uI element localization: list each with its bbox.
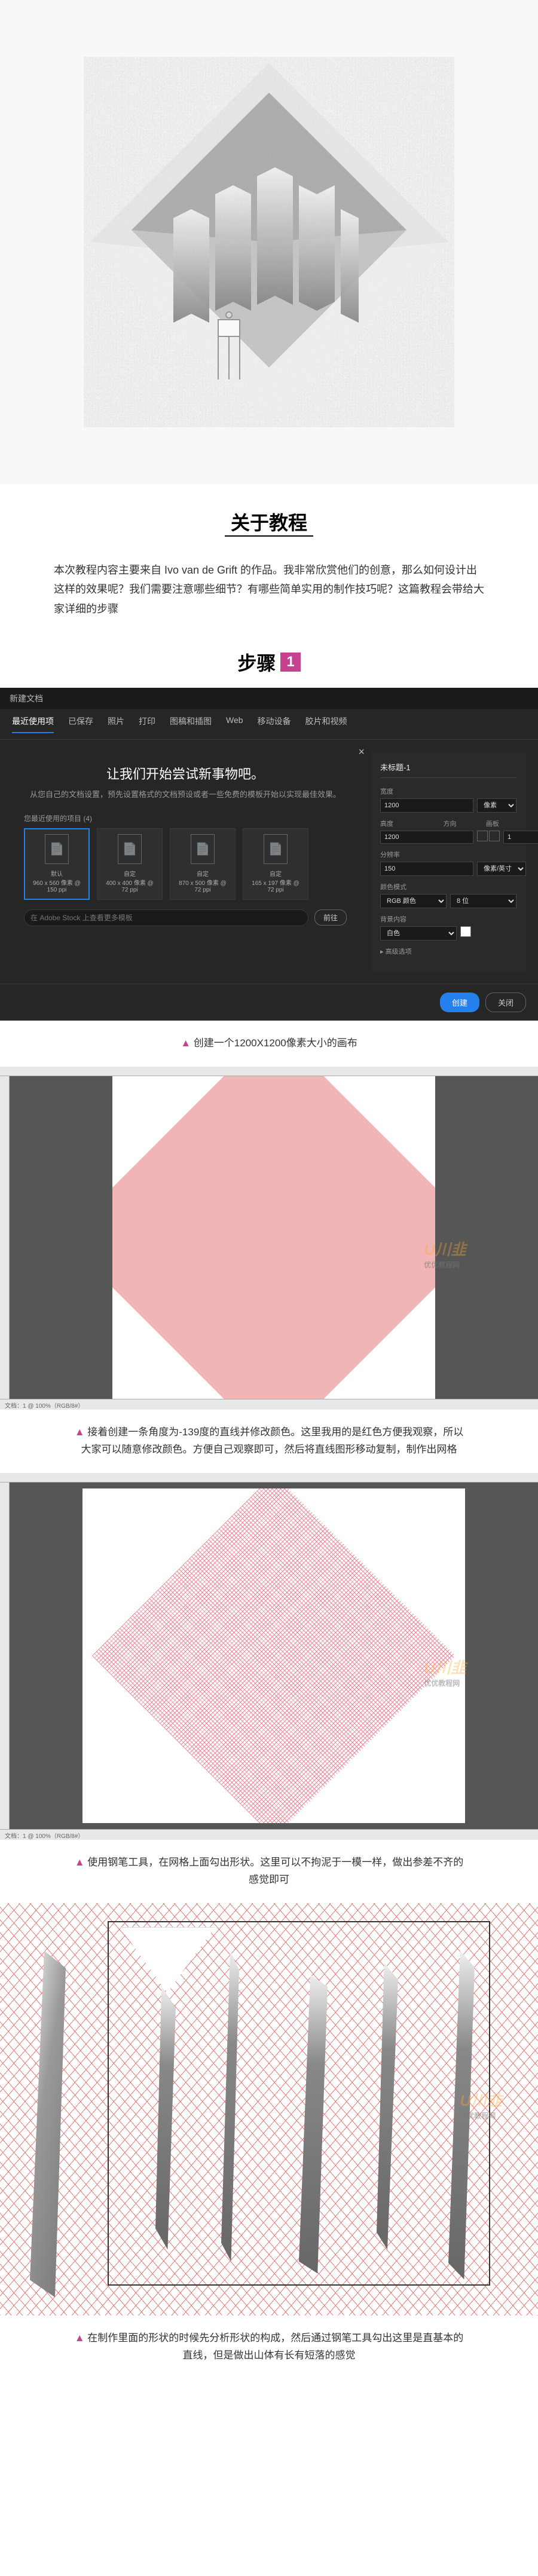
pink-diamond-guide [112,1076,435,1399]
intro-paragraph: 本次教程内容主要来自 Ivo van de Grift 的作品。我非常欣赏他们的… [0,549,538,636]
dialog-left-pane: 让我们开始尝试新事物吧。 从您自己的文档设置，预先设置格式的文档预设或者一些免费… [12,752,359,972]
res-unit-select[interactable]: 像素/英寸 [477,862,526,876]
bit-select[interactable]: 8 位 [450,894,516,908]
orient-landscape-icon[interactable] [489,831,500,841]
preset-row: 默认 960 x 560 像素 @ 150 ppi 自定 400 x 400 像… [12,828,359,900]
caption-4: 在制作里面的形状的时候先分析形状的构成，然后通过钢笔工具勾出这里是直基本的直线，… [0,2315,538,2379]
orient-portrait-icon[interactable] [477,831,488,841]
preset-name: 自定 [197,869,209,878]
ruler-left [0,1076,10,1399]
close-icon[interactable]: × [358,746,365,758]
hero-illustration [0,0,538,484]
artboard [82,1488,465,1823]
unit-select[interactable]: 像素 [477,798,516,813]
dialog-headline: 让我们开始尝试新事物吧。 [12,764,359,783]
close-button[interactable]: 关闭 [485,993,526,1012]
hero-diamond [84,57,454,427]
caption-2: 接着创建一条角度为-139度的直线并修改颜色。这里我用的是红色方便我观察，所以大… [0,1410,538,1473]
preset-icon [191,834,215,864]
hatched-grid-diamond [92,1488,456,1823]
ruler-top [0,1473,538,1482]
preset-card-3[interactable]: 自定 165 x 197 像素 @ 72 ppi [243,828,308,900]
shapes-on-grid: U川韭优优教程网 [0,1903,538,2315]
status-bar: 文档：1 @ 100%（RGB/8#） [0,1829,538,1840]
orient-label: 方向 [443,819,473,828]
dialog-subtext: 从您自己的文档设置，预先设置格式的文档预设或者一些免费的模板开始以实现最佳效果。 [12,789,359,801]
tab-mobile[interactable]: 移动设备 [258,715,291,733]
preset-card-2[interactable]: 自定 870 x 500 像素 @ 72 ppi [170,828,236,900]
colormode-label: 颜色模式 [380,882,516,892]
tab-film[interactable]: 胶片和视频 [305,715,347,733]
caption-3: 使用钢笔工具，在网格上面勾出形状。这里可以不拘泥于一模一样，做出参差不齐的感觉即… [0,1840,538,1903]
caption-1: 创建一个1200X1200像素大小的画布 [0,1021,538,1067]
artboard [112,1076,435,1399]
resolution-label: 分辨率 [380,850,516,859]
preset-icon [45,834,69,864]
presets-label: 您最近使用的项目 (4) [24,813,359,823]
preset-icon [264,834,288,864]
dialog-detail-pane: 未标题-1 宽度 像素 高度 方向 画板 [371,752,526,972]
preset-size: 165 x 197 像素 @ 72 ppi [248,878,303,893]
bg-label: 背景内容 [380,914,516,924]
step-header: 步骤 1 [0,636,538,688]
new-document-dialog: 新建文档 最近使用项 已保存 照片 打印 图稿和插图 Web 移动设备 胶片和视… [0,688,538,1021]
artboards-label: 画板 [486,819,516,828]
about-title-section: 关于教程 [0,484,538,549]
tab-photo[interactable]: 照片 [108,715,124,733]
tab-web[interactable]: Web [226,715,243,733]
about-heading: 关于教程 [225,508,313,537]
detail-title: 未标题-1 [380,761,516,778]
dialog-titlebar: 新建文档 [0,688,538,709]
resolution-input[interactable] [380,862,473,876]
preset-card-0[interactable]: 默认 960 x 560 像素 @ 150 ppi [24,828,90,900]
status-bar: 文档：1 @ 100%（RGB/8#） [0,1399,538,1410]
stock-search-input[interactable] [24,909,308,926]
bg-select[interactable]: 白色 [380,926,457,941]
preset-size: 960 x 560 像素 @ 150 ppi [30,878,84,893]
canvas-screenshot-2: U川韭优优教程网 文档：1 @ 100%（RGB/8#） [0,1473,538,1840]
tab-saved[interactable]: 已保存 [68,715,93,733]
step-number-badge: 1 [280,653,300,672]
step-label: 步骤 [237,648,276,676]
height-input[interactable] [380,831,473,844]
preset-size: 400 x 400 像素 @ 72 ppi [102,878,157,893]
tab-art[interactable]: 图稿和插图 [170,715,212,733]
preset-name: 自定 [270,869,282,878]
rock-shard-1 [30,1951,66,2298]
ruler-top [0,1067,538,1076]
isometric-crater-svg [84,57,454,427]
tab-recent[interactable]: 最近使用项 [12,715,54,733]
width-label: 宽度 [380,786,516,796]
canvas-screenshot-1: U川韭优优教程网 文档：1 @ 100%（RGB/8#） [0,1067,538,1410]
preset-icon [118,834,142,864]
width-input[interactable] [380,798,473,813]
preset-card-1[interactable]: 自定 400 x 400 像素 @ 72 ppi [97,828,163,900]
go-button[interactable]: 前往 [314,909,347,926]
preset-size: 870 x 500 像素 @ 72 ppi [175,878,230,893]
colormode-select[interactable]: RGB 颜色 [380,894,447,908]
dialog-tabs: 最近使用项 已保存 照片 打印 图稿和插图 Web 移动设备 胶片和视频 [0,709,538,740]
tab-print[interactable]: 打印 [139,715,155,733]
artboards-input[interactable] [503,831,538,844]
preset-name: 自定 [124,869,136,878]
ruler-left [0,1482,10,1829]
height-label: 高度 [380,819,431,828]
create-button[interactable]: 创建 [440,993,479,1012]
bg-swatch[interactable] [460,926,471,937]
advanced-toggle[interactable]: ▸ 高级选项 [380,947,516,956]
preset-name: 默认 [51,869,63,878]
